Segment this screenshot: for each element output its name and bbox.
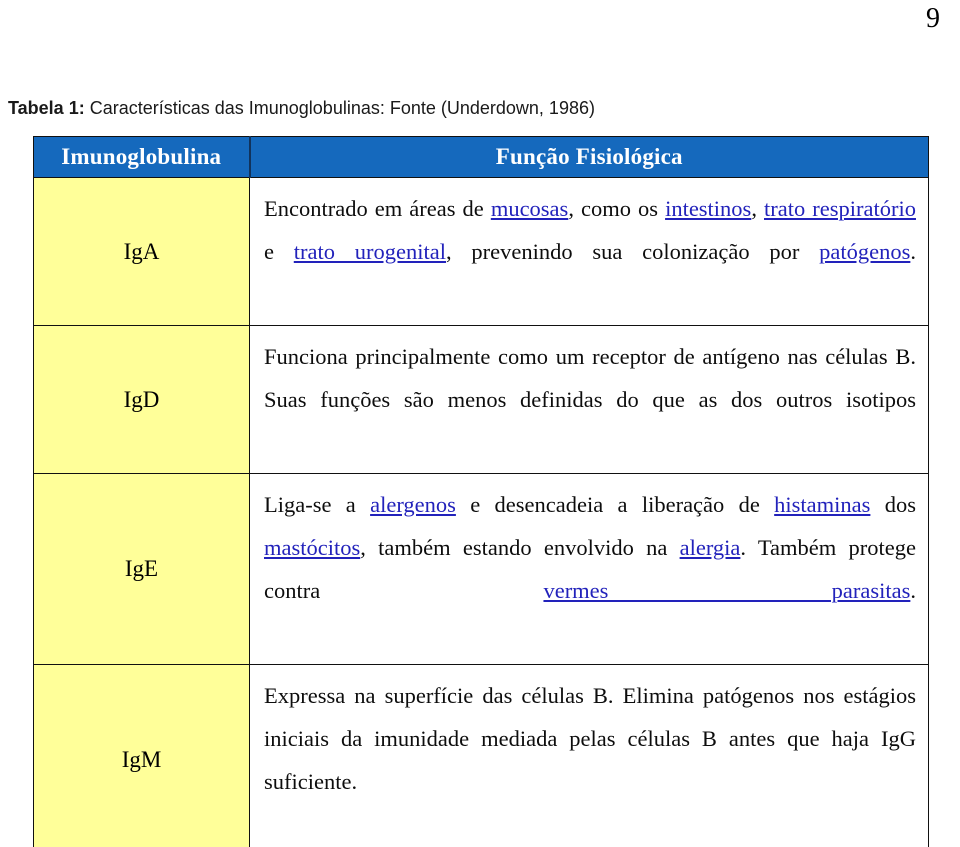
inline-text: Liga-se a xyxy=(264,492,371,517)
inline-link[interactable]: alergenos xyxy=(370,492,456,517)
function-paragraph: Encontrado em áreas de mucosas, como os … xyxy=(264,187,916,316)
table-caption-label: Tabela 1: xyxy=(8,98,85,118)
table-row: IgE Liga-se a alergenos e desencadeia a … xyxy=(33,473,929,665)
inline-text: , prevenindo sua colonização por xyxy=(446,239,820,264)
inline-text: , também estando envolvido na xyxy=(360,535,680,560)
table-row: IgM Expressa na superfície das células B… xyxy=(33,664,929,847)
inline-link[interactable]: trato urogenital xyxy=(294,239,446,264)
table-caption: Tabela 1: Características das Imunoglobu… xyxy=(8,97,595,119)
inline-text: Funciona principalmente como um receptor… xyxy=(264,344,916,412)
function-paragraph: Expressa na superfície das células B. El… xyxy=(264,674,916,846)
inline-link[interactable]: mastócitos xyxy=(264,535,360,560)
inline-link[interactable]: intestinos xyxy=(665,196,751,221)
inline-link[interactable]: histaminas xyxy=(774,492,870,517)
inline-link[interactable]: mucosas xyxy=(491,196,569,221)
inline-link[interactable]: alergia xyxy=(680,535,741,560)
cell-immunoglobulin-name: IgM xyxy=(33,664,250,847)
table-row: IgD Funciona principalmente como um rece… xyxy=(33,325,929,474)
inline-link[interactable]: trato respiratório xyxy=(764,196,916,221)
inline-text: dos xyxy=(870,492,916,517)
inline-text: e xyxy=(264,239,294,264)
inline-link[interactable]: patógenos xyxy=(819,239,910,264)
cell-function-description: Encontrado em áreas de mucosas, como os … xyxy=(249,177,929,326)
column-header-function: Função Fisiológica xyxy=(249,136,929,178)
table-header: Imunoglobulina Função Fisiológica xyxy=(33,136,929,178)
inline-text: , xyxy=(751,196,764,221)
cell-function-description: Funciona principalmente como um receptor… xyxy=(249,325,929,474)
table-body: IgA Encontrado em áreas de mucosas, como… xyxy=(33,177,929,847)
column-header-immunoglobulin: Imunoglobulina xyxy=(33,136,251,178)
inline-text: Expressa na superfície das células B. El… xyxy=(264,683,916,794)
cell-immunoglobulin-name: IgA xyxy=(33,177,250,326)
cell-function-description: Expressa na superfície das células B. El… xyxy=(249,664,929,847)
immunoglobulin-table: Imunoglobulina Função Fisiológica IgA En… xyxy=(33,136,929,847)
inline-text: . xyxy=(910,239,916,264)
table-header-row: Imunoglobulina Função Fisiológica xyxy=(33,136,929,178)
inline-text: , como os xyxy=(568,196,666,221)
page-number: 9 xyxy=(926,3,940,34)
table-row: IgA Encontrado em áreas de mucosas, como… xyxy=(33,177,929,326)
cell-function-description: Liga-se a alergenos e desencadeia a libe… xyxy=(249,473,929,665)
inline-text: . xyxy=(910,578,916,603)
function-paragraph: Liga-se a alergenos e desencadeia a libe… xyxy=(264,483,916,655)
function-paragraph: Funciona principalmente como um receptor… xyxy=(264,335,916,464)
inline-text: Encontrado em áreas de xyxy=(264,196,491,221)
cell-immunoglobulin-name: IgE xyxy=(33,473,250,665)
cell-immunoglobulin-name: IgD xyxy=(33,325,250,474)
inline-text: e desencadeia a liberação de xyxy=(455,492,775,517)
table-caption-text: Características das Imunoglobulinas: Fon… xyxy=(84,98,595,118)
inline-link[interactable]: vermes parasitas xyxy=(543,578,910,603)
immunoglobulin-table-wrapper: Imunoglobulina Função Fisiológica IgA En… xyxy=(33,136,929,847)
